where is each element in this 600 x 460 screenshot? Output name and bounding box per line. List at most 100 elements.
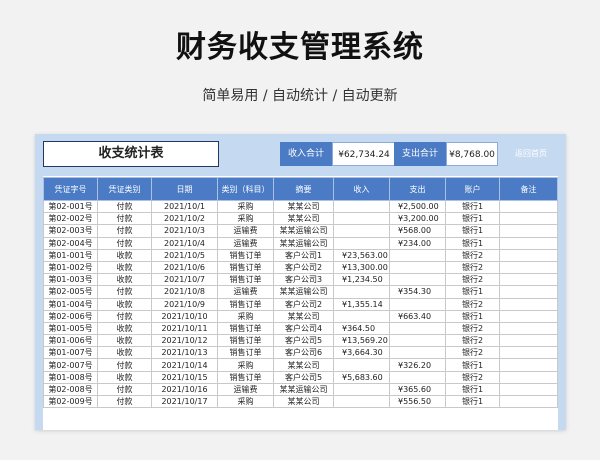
table-cell[interactable] [389,370,446,384]
table-row[interactable]: 第02-002号 付款 2021/10/2 采购 某某公司 ¥3,200.00 银行1 [43,212,558,226]
table-cell[interactable]: 付款 [97,382,152,397]
table-cell[interactable]: 银行2 [445,297,500,311]
table-cell[interactable]: 付款 [97,212,152,226]
table-cell[interactable]: 第02-006号 [43,309,98,323]
table-cell[interactable] [333,394,390,409]
column-header[interactable]: 收入 [333,177,390,201]
table-cell[interactable] [499,394,558,409]
table-cell[interactable]: 采购 [217,199,274,214]
table-cell[interactable]: 运输费 [217,236,274,250]
table-cell[interactable]: 采购 [217,358,274,372]
table-cell[interactable]: 2021/10/11 [151,321,218,336]
table-cell[interactable]: 销售订单 [217,321,274,336]
table-cell[interactable]: 付款 [97,358,152,372]
table-cell[interactable]: 银行2 [445,346,500,360]
table-cell[interactable] [499,321,558,336]
table-cell[interactable] [389,346,446,360]
table-cell[interactable] [333,285,390,299]
table-cell[interactable]: ¥234.00 [389,236,446,250]
table-cell[interactable]: 收款 [97,370,152,384]
table-row[interactable]: 第01-004号 收款 2021/10/9 销售订单 客户公司2 ¥1,355.14 银行2 [43,297,558,311]
table-cell[interactable]: 2021/10/5 [151,248,218,262]
table-cell[interactable] [499,370,558,384]
table-cell[interactable]: 第02-008号 [43,382,98,397]
table-cell[interactable]: ¥568.00 [389,224,446,238]
table-cell[interactable] [499,224,558,238]
table-row[interactable]: 第02-007号 付款 2021/10/14 采购 某某公司 ¥326.20 银行1 [43,358,558,372]
table-cell[interactable] [389,248,446,262]
table-cell[interactable] [499,248,558,262]
table-cell[interactable]: 2021/10/6 [151,260,218,275]
table-cell[interactable]: 2021/10/14 [151,358,218,372]
table-cell[interactable] [389,273,446,287]
table-cell[interactable]: 某某公司 [273,394,334,409]
table-cell[interactable] [499,212,558,226]
table-cell[interactable]: 收款 [97,346,152,360]
table-cell[interactable]: 2021/10/3 [151,224,218,238]
table-cell[interactable] [499,382,558,397]
table-cell[interactable] [499,346,558,360]
table-cell[interactable] [333,358,390,372]
table-cell[interactable]: 销售订单 [217,297,274,311]
table-cell[interactable] [499,309,558,323]
table-cell[interactable]: 银行1 [445,285,500,299]
table-cell[interactable]: 客户公司5 [273,370,334,384]
table-cell[interactable] [499,260,558,275]
table-cell[interactable]: 银行2 [445,248,500,262]
table-cell[interactable]: 运输费 [217,224,274,238]
table-cell[interactable]: 银行2 [445,370,500,384]
table-cell[interactable]: 付款 [97,285,152,299]
table-row[interactable]: 第01-005号 收款 2021/10/11 销售订单 客户公司4 ¥364.50 银行2 [43,321,558,336]
table-row[interactable]: 第02-008号 付款 2021/10/16 运输费 某某运输公司 ¥365.60 银行1 [43,382,558,397]
table-cell[interactable]: 采购 [217,394,274,409]
table-row[interactable]: 第01-007号 收款 2021/10/13 销售订单 客户公司6 ¥3,664.30 银行… [43,346,558,360]
table-cell[interactable]: ¥1,234.50 [333,273,390,287]
column-header[interactable]: 凭证字号 [43,177,98,201]
table-row[interactable]: 第01-002号 收款 2021/10/6 销售订单 客户公司2 ¥13,300.00 银行… [43,260,558,275]
table-cell[interactable]: 收款 [97,321,152,336]
table-cell[interactable]: 某某运输公司 [273,285,334,299]
table-row[interactable]: 第01-003号 收款 2021/10/7 销售订单 客户公司3 ¥1,234.50 银行2 [43,273,558,287]
column-header[interactable]: 支出 [389,177,446,201]
table-cell[interactable]: 2021/10/2 [151,212,218,226]
column-header[interactable]: 日期 [151,177,218,201]
table-cell[interactable]: ¥326.20 [389,358,446,372]
table-cell[interactable]: 银行1 [445,212,500,226]
table-cell[interactable]: 银行1 [445,236,500,250]
table-cell[interactable]: 销售订单 [217,248,274,262]
table-cell[interactable]: 付款 [97,394,152,409]
table-cell[interactable]: 某某公司 [273,358,334,372]
table-cell[interactable]: 采购 [217,212,274,226]
table-cell[interactable]: 第01-001号 [43,248,98,262]
table-cell[interactable]: 2021/10/12 [151,334,218,348]
table-cell[interactable]: 收款 [97,248,152,262]
table-cell[interactable] [499,273,558,287]
table-cell[interactable]: 付款 [97,199,152,214]
table-cell[interactable] [389,297,446,311]
table-cell[interactable]: 销售订单 [217,260,274,275]
table-cell[interactable]: 收款 [97,334,152,348]
table-cell[interactable]: 客户公司2 [273,297,334,311]
table-cell[interactable]: 银行1 [445,199,500,214]
table-cell[interactable] [389,321,446,336]
table-cell[interactable]: 银行1 [445,309,500,323]
table-cell[interactable] [499,334,558,348]
table-cell[interactable]: 银行2 [445,321,500,336]
table-cell[interactable]: 某某运输公司 [273,382,334,397]
table-cell[interactable]: 销售订单 [217,334,274,348]
table-cell[interactable] [389,334,446,348]
table-cell[interactable]: 第02-009号 [43,394,98,409]
table-cell[interactable]: 某某公司 [273,199,334,214]
table-row[interactable]: 第02-005号 付款 2021/10/8 运输费 某某运输公司 ¥354.30 银行1 [43,285,558,299]
table-cell[interactable]: 2021/10/16 [151,382,218,397]
table-cell[interactable]: 第02-001号 [43,199,98,214]
table-row[interactable]: 第02-004号 付款 2021/10/4 运输费 某某运输公司 ¥234.00 银行1 [43,236,558,250]
table-cell[interactable]: 收款 [97,273,152,287]
table-cell[interactable]: 采购 [217,309,274,323]
column-header[interactable]: 摘要 [273,177,334,201]
table-cell[interactable]: 第01-004号 [43,297,98,311]
table-cell[interactable]: 销售订单 [217,273,274,287]
table-cell[interactable] [333,212,390,226]
column-header[interactable]: 类别（科目） [217,177,274,201]
table-cell[interactable]: 客户公司4 [273,321,334,336]
